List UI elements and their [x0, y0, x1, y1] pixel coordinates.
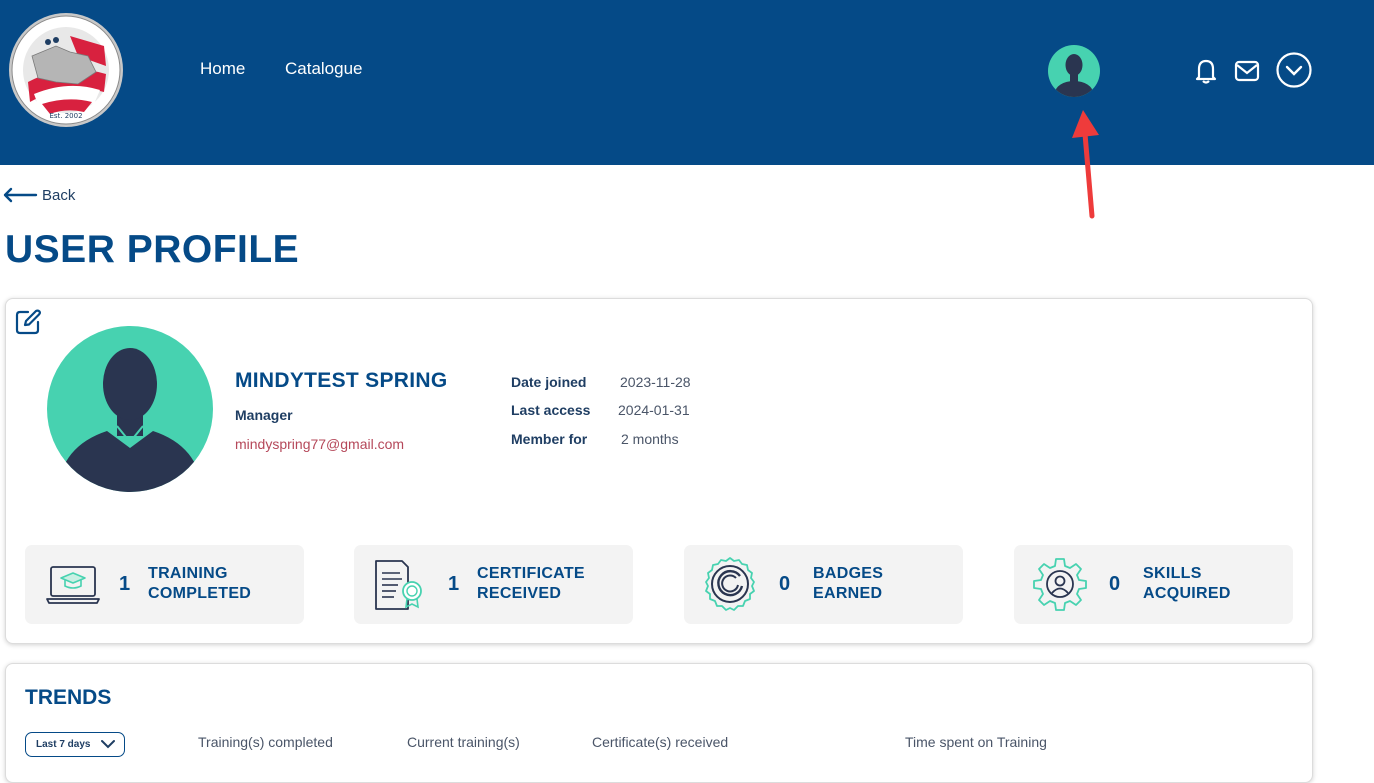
skills-gear-icon — [1033, 558, 1087, 611]
badge-icon — [705, 557, 755, 611]
nav-catalogue-link[interactable]: Catalogue — [285, 59, 363, 79]
back-label: Back — [42, 186, 76, 204]
member-for-value: 2 months — [621, 431, 679, 447]
stat-count: 0 — [1109, 573, 1121, 595]
chevron-down-icon — [101, 740, 115, 749]
profile-card: MINDYTEST SPRING Manager mindyspring77@g… — [5, 298, 1313, 644]
profile-avatar — [47, 326, 213, 492]
user-name: MINDYTEST SPRING — [235, 369, 448, 392]
nav-home-link[interactable]: Home — [200, 59, 245, 79]
last-access-value: 2024-01-31 — [618, 402, 690, 418]
trend-column-title: Training(s) completed — [198, 734, 333, 750]
trend-column-title: Time spent on Training — [905, 734, 1047, 750]
stat-count: 0 — [779, 573, 791, 595]
date-joined-label: Date joined — [511, 374, 587, 390]
user-role: Manager — [235, 407, 293, 423]
page-title: USER PROFILE — [5, 228, 300, 271]
user-email[interactable]: mindyspring77@gmail.com — [235, 436, 404, 452]
time-range-select[interactable]: Last 7 days — [25, 732, 125, 757]
stat-badges-earned[interactable]: 0 BADGES EARNED — [684, 545, 963, 624]
mail-icon[interactable] — [1229, 53, 1265, 89]
arrow-left-icon — [3, 187, 38, 203]
trends-card: TRENDS Last 7 days Training(s) completed… — [5, 663, 1313, 783]
stat-certificate-received[interactable]: 1 CERTIFICATE RECEIVED — [354, 545, 633, 624]
trends-title: TRENDS — [25, 686, 112, 709]
user-avatar-button[interactable] — [1048, 45, 1100, 97]
organization-logo[interactable]: Est. 2002 — [8, 12, 124, 128]
member-for-label: Member for — [511, 431, 588, 447]
certificate-icon — [375, 560, 422, 610]
stat-training-completed[interactable]: 1 TRAINING COMPLETED — [25, 545, 304, 624]
stat-label: CERTIFICATE RECEIVED — [477, 565, 585, 602]
annotation-arrow-icon — [1072, 110, 1099, 219]
trend-column-title: Certificate(s) received — [592, 734, 729, 750]
stat-label: BADGES EARNED — [813, 565, 884, 602]
stat-count: 1 — [448, 573, 460, 595]
svg-text:Est. 2002: Est. 2002 — [49, 112, 82, 120]
laptop-graduation-icon — [46, 566, 100, 604]
chevron-down-icon[interactable] — [1276, 52, 1312, 88]
stat-label: SKILLS ACQUIRED — [1143, 565, 1231, 602]
back-link[interactable]: Back — [2, 184, 75, 206]
last-access-label: Last access — [511, 402, 591, 418]
date-joined-value: 2023-11-28 — [620, 374, 691, 390]
top-header: Est. 2002 Home Catalogue — [0, 0, 1374, 165]
stat-count: 1 — [119, 573, 131, 595]
bell-icon[interactable] — [1188, 53, 1224, 89]
edit-icon[interactable] — [14, 308, 42, 336]
time-range-value: Last 7 days — [36, 739, 91, 750]
stat-label: TRAINING COMPLETED — [148, 565, 252, 602]
trend-column-title: Current training(s) — [407, 734, 520, 750]
stat-skills-acquired[interactable]: 0 SKILLS ACQUIRED — [1014, 545, 1293, 624]
